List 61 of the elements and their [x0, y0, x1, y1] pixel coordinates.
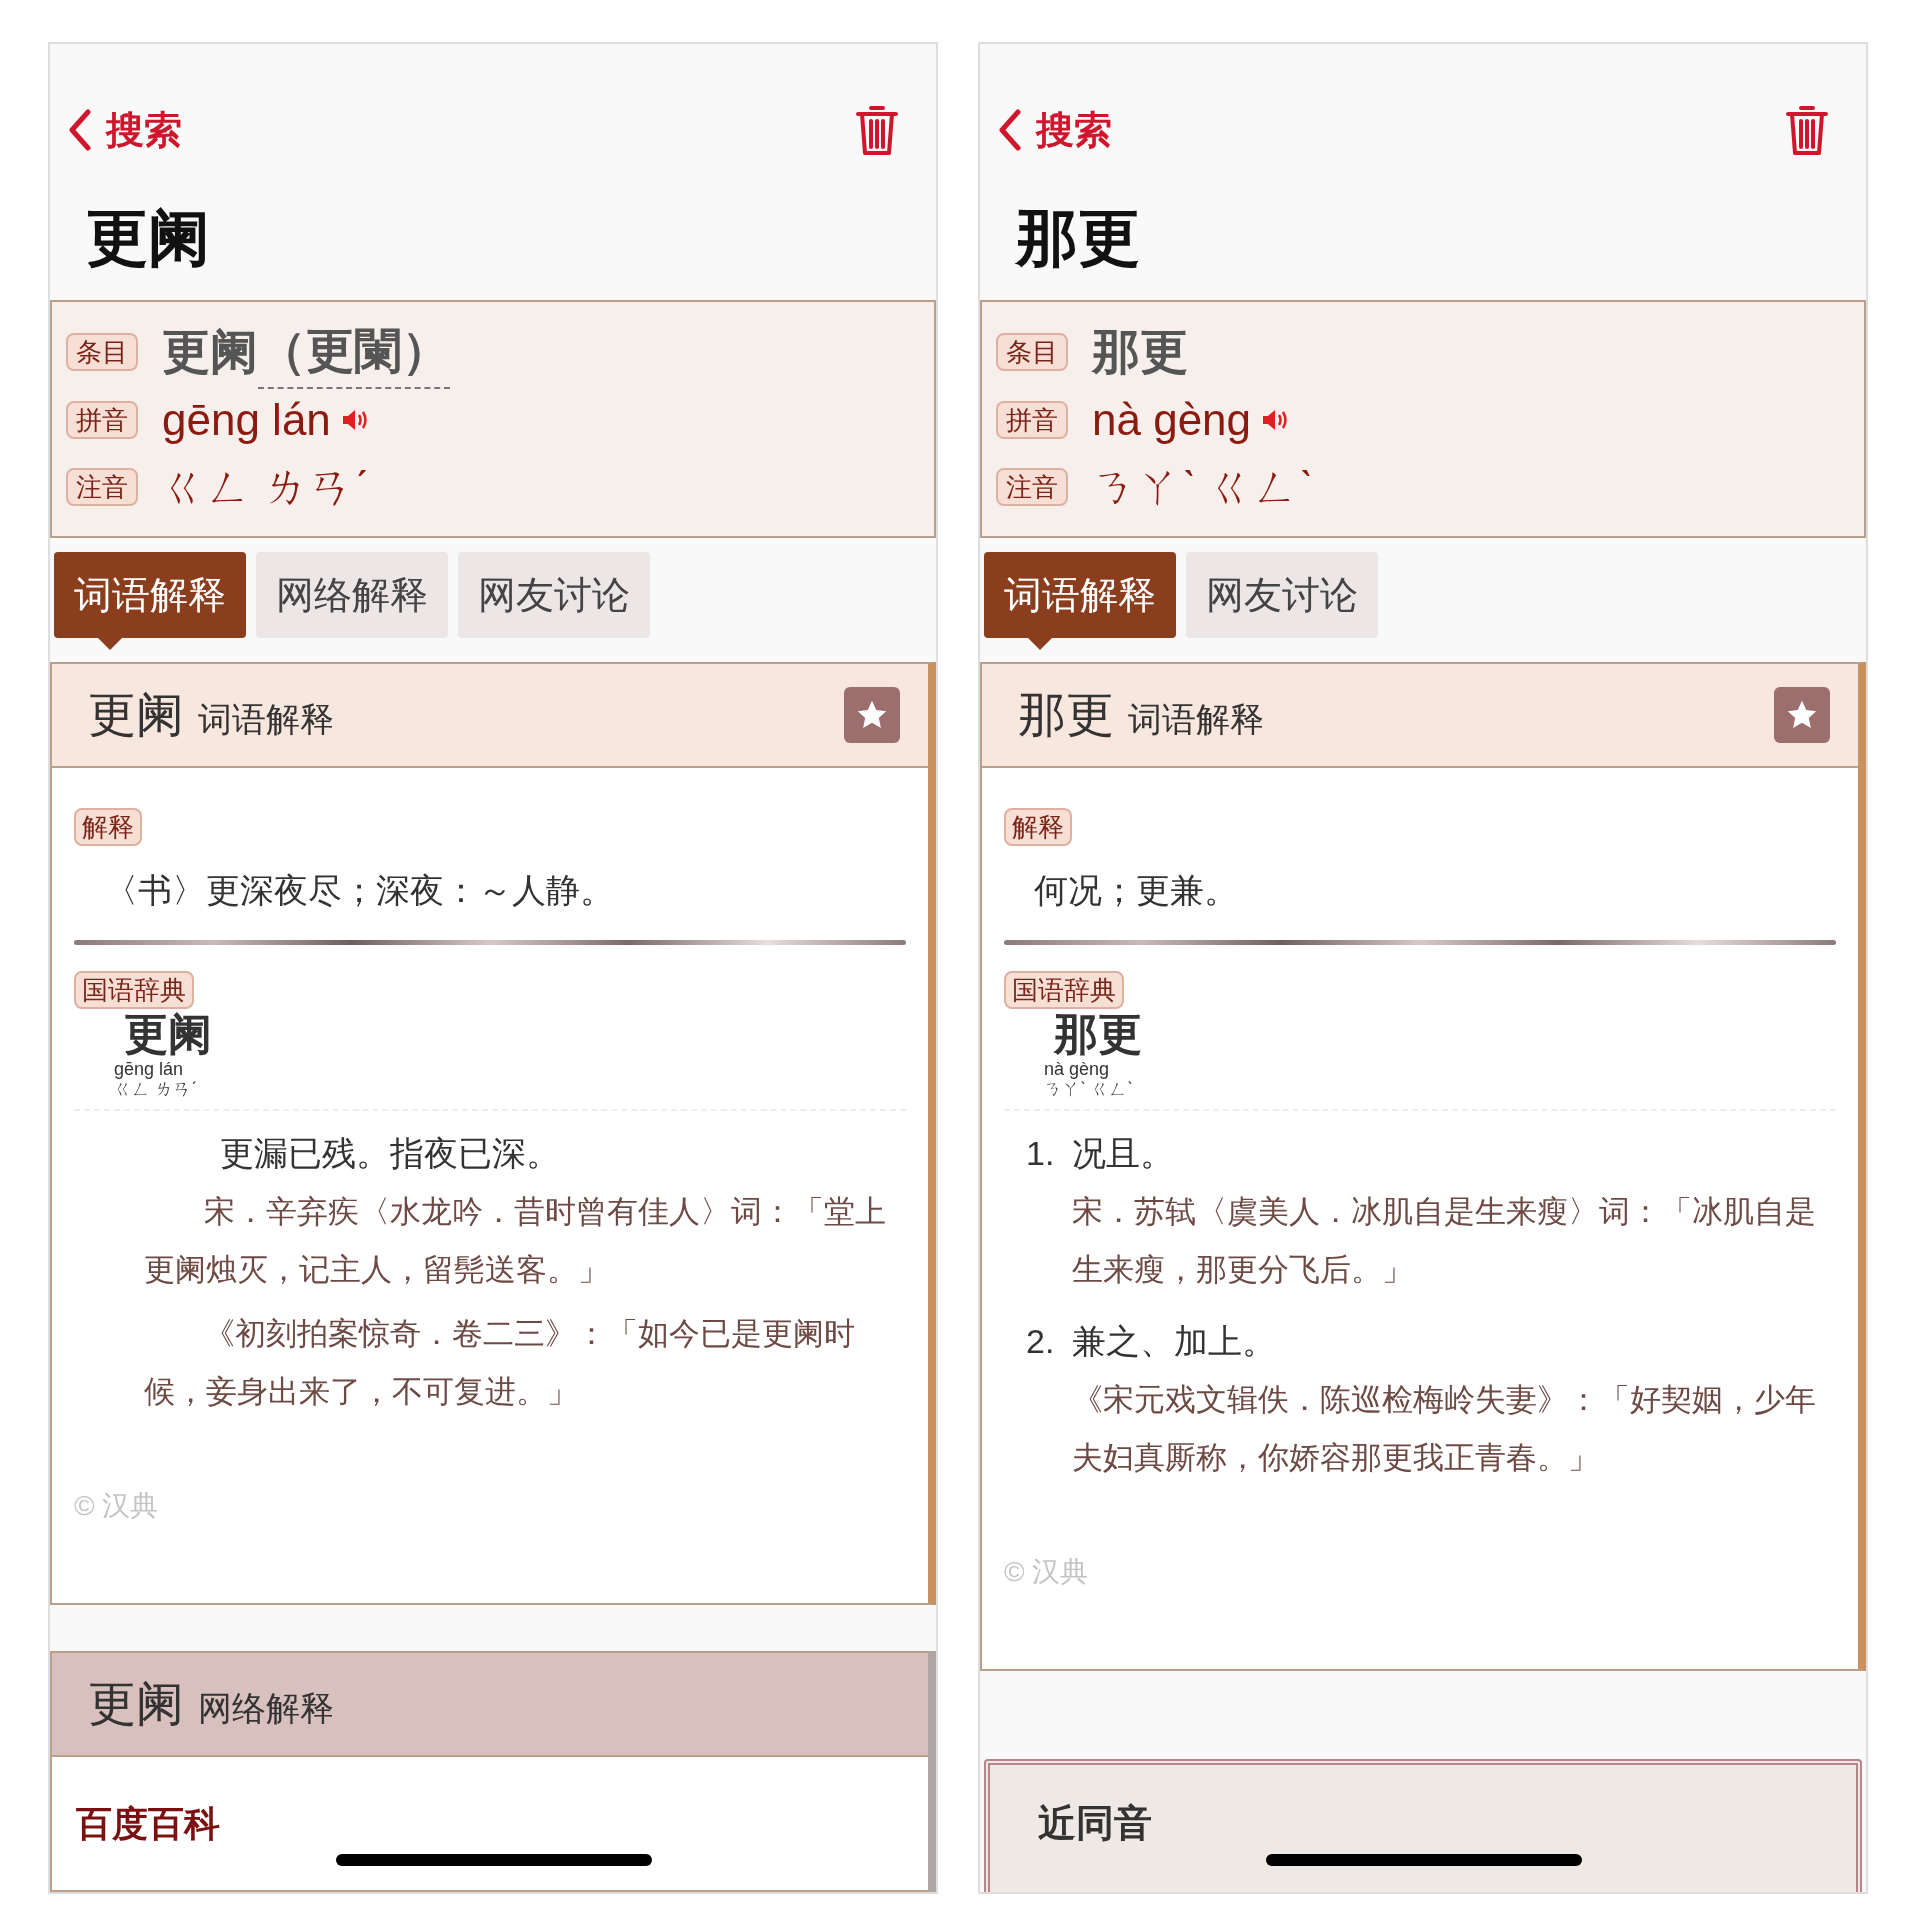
related-title: 近同音 [1038, 1802, 1152, 1844]
section-label: 词语解释 [198, 699, 334, 740]
page-title: 更阑 [85, 206, 211, 270]
field-tag: 拼音 [996, 400, 1068, 439]
tab[interactable]: 网友讨论 [458, 552, 650, 638]
copyright-text: © 汉典 [1004, 1555, 1090, 1589]
section-tag: 国语辞典 [1004, 971, 1124, 1009]
example-quote: 《宋元戏文辑佚．陈巡检梅岭失妻》：「好契姻，少年夫妇真厮称，你娇容那更我正青春。」 [1072, 1381, 1818, 1477]
field-tag: 条目 [996, 333, 1068, 371]
back-button[interactable]: 搜索 [998, 101, 1112, 159]
bookmark-button[interactable] [1774, 687, 1830, 743]
zhuyin-text: ㄍㄥ ㄌㄢˊ [162, 460, 369, 513]
tab[interactable]: 网络解释 [256, 552, 448, 638]
section-tag: 解释 [74, 808, 142, 846]
chevron-left-icon [68, 109, 92, 151]
definition-text: 何况；更兼。 [1033, 870, 1239, 911]
trash-icon [855, 103, 899, 157]
zhuyin-text: ㄋㄚˋ ㄍㄥˋ [1092, 460, 1314, 513]
tab-pointer [1028, 638, 1052, 650]
headword: 那更 [1052, 1009, 1143, 1059]
sense-text: 况且。 [1072, 1133, 1176, 1174]
variant-link[interactable]: （更闌） [258, 315, 450, 389]
pinyin-text: nà gèng [1092, 393, 1252, 446]
field-tag: 拼音 [66, 400, 138, 439]
source-title: 百度百科 [76, 1803, 220, 1844]
field-tag: 注音 [996, 467, 1068, 506]
page-title: 那更 [1014, 206, 1141, 270]
entry-word: 那更 [1092, 324, 1188, 380]
bookmark-button[interactable] [844, 687, 900, 743]
sense-number: 1. [1025, 1133, 1055, 1174]
section-word: 更阑 [88, 687, 184, 743]
copyright-text: © 汉典 [74, 1489, 160, 1523]
zhuyin-text: ㄍㄥ ㄌㄢˊ [114, 1079, 198, 1099]
chevron-left-icon [998, 109, 1022, 151]
trash-icon [1785, 103, 1829, 157]
tab[interactable]: 网友讨论 [1186, 552, 1378, 638]
field-tag: 注音 [66, 467, 138, 506]
section-label: 网络解释 [198, 1688, 334, 1729]
definition-text: 〈书〉更深夜尽；深夜：～人静。 [103, 870, 615, 911]
entry-word: 更阑 [162, 324, 258, 380]
headword: 更阑 [123, 1009, 213, 1059]
section-word: 那更 [1018, 687, 1114, 743]
example-quote: 宋．辛弃疾〈水龙吟．昔时曾有佳人〉词：「堂上更阑烛灭，记主人，留髡送客。」 [144, 1193, 887, 1289]
sense-number: 2. [1025, 1321, 1055, 1362]
field-tag: 条目 [66, 333, 138, 371]
example-quote: 宋．苏轼〈虞美人．冰肌自是生来瘦〉词：「冰肌自是生来瘦，那更分飞后。」 [1072, 1193, 1818, 1289]
tab[interactable]: 词语解释 [54, 552, 246, 638]
section-tag: 国语辞典 [74, 971, 194, 1009]
sense-text: 兼之、加上。 [1072, 1321, 1278, 1362]
section-label: 词语解释 [1128, 699, 1264, 740]
pinyin-text: nà gèng [1044, 1059, 1111, 1079]
example-quote: 《初刻拍案惊奇．卷二三》：「如今已是更阑时候，妾身出来了，不可复进。」 [144, 1315, 856, 1411]
zhuyin-text: ㄋㄚˋ ㄍㄥˋ [1044, 1079, 1134, 1099]
tab[interactable]: 词语解释 [984, 552, 1176, 638]
pinyin-text: gēng lán [162, 393, 331, 446]
sense-text: 更漏已残。指夜已深。 [219, 1133, 561, 1174]
pinyin-text: gēng lán [114, 1059, 185, 1079]
section-tag: 解释 [1004, 808, 1072, 846]
tab-pointer [98, 638, 122, 650]
back-button[interactable]: 搜索 [68, 101, 182, 159]
section-word: 更阑 [88, 1676, 184, 1732]
